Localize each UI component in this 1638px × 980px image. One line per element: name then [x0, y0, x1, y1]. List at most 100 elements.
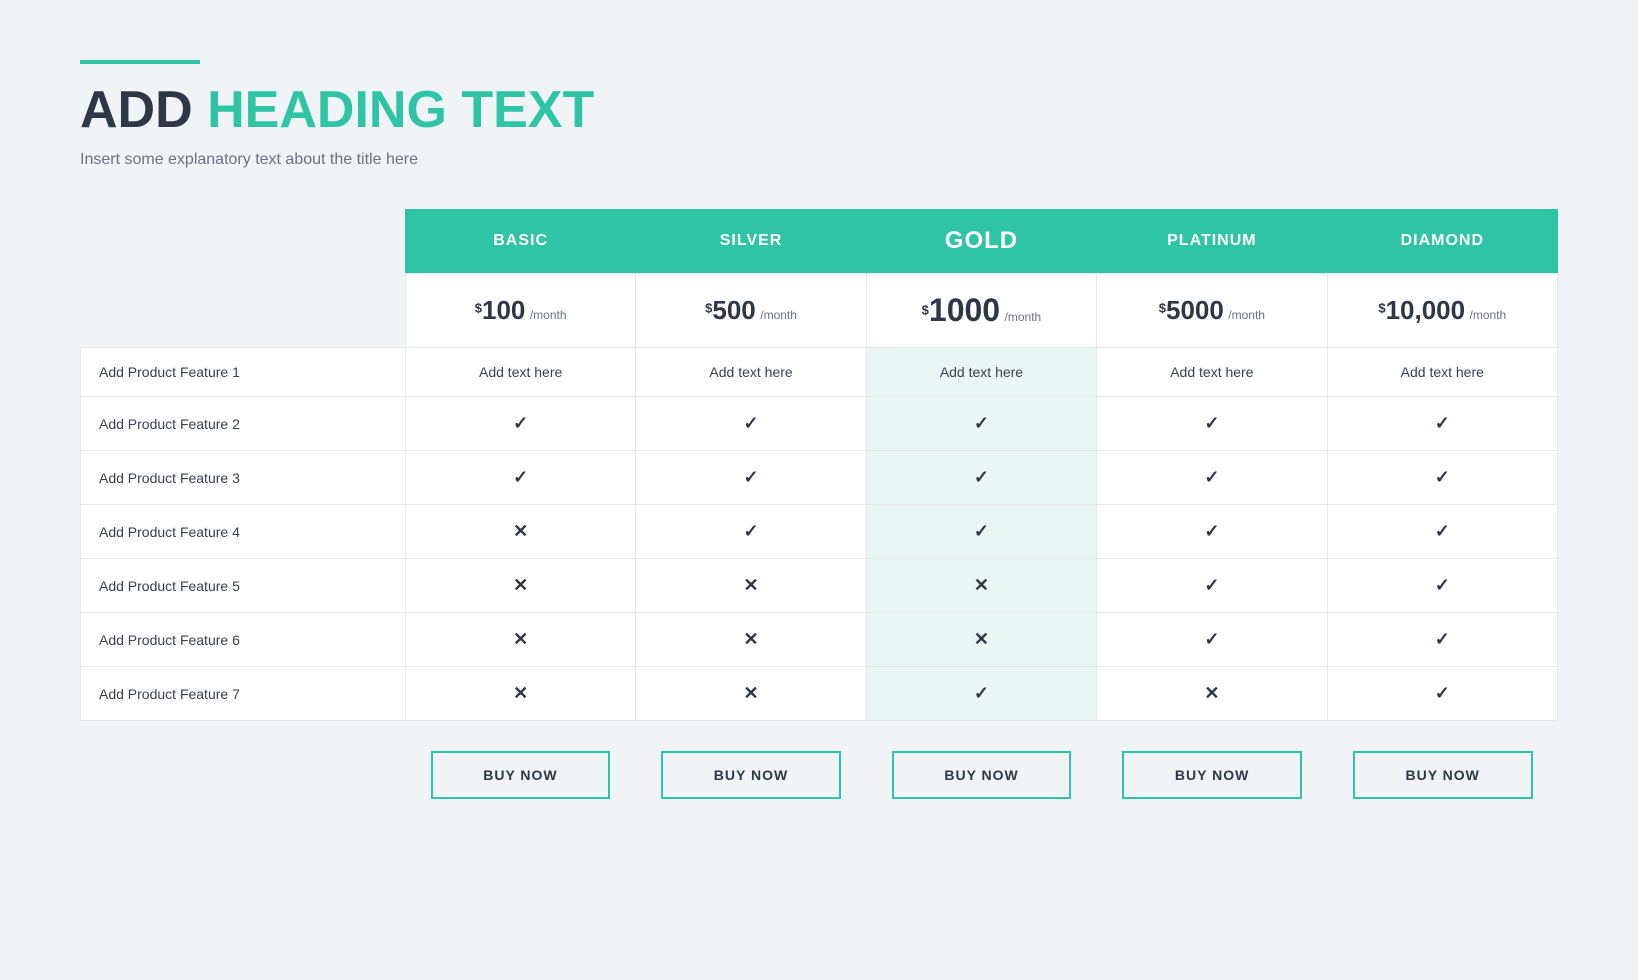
- checkmark-icon: ✓: [1435, 413, 1450, 433]
- feature-name-4: Add Product Feature 4: [81, 505, 406, 559]
- price-basic: $100 /month: [405, 274, 635, 348]
- per-month-platinum: /month: [1228, 308, 1265, 322]
- feature-cell-1-4: Add text here: [1097, 348, 1327, 397]
- feature-cell-6-2: ✕: [636, 613, 866, 667]
- feature-cell-1-3: Add text here: [866, 348, 1096, 397]
- feature-cell-4-1: ✕: [405, 505, 635, 559]
- checkmark-icon: ✓: [1204, 521, 1219, 541]
- price-row: $100 /month $500 /month $1000 /month $50…: [81, 274, 1558, 348]
- checkmark-icon: ✓: [1435, 629, 1450, 649]
- feature-cell-2-1: ✓: [405, 397, 635, 451]
- per-month-gold: /month: [1005, 310, 1042, 324]
- amount-basic: 100: [482, 295, 525, 325]
- buy-button-silver[interactable]: BUY NOW: [661, 751, 841, 799]
- price-platinum: $5000 /month: [1097, 274, 1327, 348]
- checkmark-icon: ✓: [1435, 467, 1450, 487]
- feature-cell-1-2: Add text here: [636, 348, 866, 397]
- feature-cell-7-4: ✕: [1097, 667, 1327, 721]
- buy-button-diamond[interactable]: BUY NOW: [1353, 751, 1533, 799]
- plan-header-basic: BASIC: [405, 209, 635, 274]
- feature-cell-7-2: ✕: [636, 667, 866, 721]
- feature-cell-2-4: ✓: [1097, 397, 1327, 451]
- price-gold: $1000 /month: [866, 274, 1096, 348]
- checkmark-icon: ✓: [1204, 629, 1219, 649]
- checkmark-icon: ✓: [744, 521, 759, 541]
- checkmark-icon: ✓: [974, 683, 989, 703]
- feature-cell-6-3: ✕: [866, 613, 1096, 667]
- amount-silver: 500: [712, 295, 755, 325]
- amount-diamond: 10,000: [1386, 295, 1466, 325]
- feature-cell-6-4: ✓: [1097, 613, 1327, 667]
- feature-cell-7-1: ✕: [405, 667, 635, 721]
- feature-cell-4-5: ✓: [1327, 505, 1557, 559]
- feature-cell-3-1: ✓: [405, 451, 635, 505]
- per-month-diamond: /month: [1470, 308, 1507, 322]
- buy-buttons-container: BUY NOW BUY NOW BUY NOW BUY NOW BUY NOW: [405, 751, 1558, 799]
- feature-cell-1-5: Add text here: [1327, 348, 1557, 397]
- heading-black-text: ADD: [80, 81, 193, 139]
- feature-row-1: Add Product Feature 1Add text hereAdd te…: [81, 348, 1558, 397]
- feature-name-7: Add Product Feature 7: [81, 667, 406, 721]
- feature-row-2: Add Product Feature 2✓✓✓✓✓: [81, 397, 1558, 451]
- buy-button-platinum[interactable]: BUY NOW: [1122, 751, 1302, 799]
- cross-icon: ✕: [974, 575, 989, 595]
- feature-cell-6-1: ✕: [405, 613, 635, 667]
- cross-icon: ✕: [744, 575, 759, 595]
- checkmark-icon: ✓: [513, 467, 528, 487]
- plan-header-row: BASIC SILVER GOLD PLATINUM DIAMOND: [81, 209, 1558, 274]
- feature-name-2: Add Product Feature 2: [81, 397, 406, 451]
- feature-row-3: Add Product Feature 3✓✓✓✓✓: [81, 451, 1558, 505]
- price-diamond: $10,000 /month: [1327, 274, 1557, 348]
- pricing-table: BASIC SILVER GOLD PLATINUM DIAMOND $100 …: [80, 209, 1558, 721]
- feature-cell-3-5: ✓: [1327, 451, 1557, 505]
- per-month-basic: /month: [530, 308, 567, 322]
- cross-icon: ✕: [513, 629, 528, 649]
- feature-row-7: Add Product Feature 7 ✕ ✕ ✓ ✕ ✓: [81, 667, 1558, 721]
- checkmark-icon: ✓: [744, 467, 759, 487]
- cross-icon: ✕: [744, 683, 759, 703]
- feature-cell-3-4: ✓: [1097, 451, 1327, 505]
- dollar-sign: $: [475, 301, 482, 316]
- feature-row-5: Add Product Feature 5 ✕ ✕ ✕ ✓ ✓: [81, 559, 1558, 613]
- feature-name-5: Add Product Feature 5: [81, 559, 406, 613]
- dollar-sign: $: [1159, 301, 1166, 316]
- checkmark-icon: ✓: [1204, 467, 1219, 487]
- dollar-sign: $: [1378, 301, 1385, 316]
- feature-cell-4-2: ✓: [636, 505, 866, 559]
- cross-icon: ✕: [513, 521, 528, 541]
- feature-name-1: Add Product Feature 1: [81, 348, 406, 397]
- main-heading: ADD HEADING TEXT: [80, 82, 1558, 139]
- buy-button-basic[interactable]: BUY NOW: [431, 751, 611, 799]
- feature-cell-3-2: ✓: [636, 451, 866, 505]
- subheading-text: Insert some explanatory text about the t…: [80, 151, 1558, 169]
- checkmark-icon: ✓: [1204, 575, 1219, 595]
- feature-row-6: Add Product Feature 6 ✕ ✕ ✕ ✓ ✓: [81, 613, 1558, 667]
- header-empty-cell: [81, 209, 406, 274]
- feature-row-4: Add Product Feature 4✕✓✓✓✓: [81, 505, 1558, 559]
- feature-cell-2-3: ✓: [866, 397, 1096, 451]
- feature-cell-7-3: ✓: [866, 667, 1096, 721]
- feature-cell-3-3: ✓: [866, 451, 1096, 505]
- cross-icon: ✕: [513, 683, 528, 703]
- header-accent-line: [80, 60, 200, 64]
- buy-buttons-row: BUY NOW BUY NOW BUY NOW BUY NOW BUY NOW: [80, 751, 1558, 799]
- plan-header-platinum: PLATINUM: [1097, 209, 1327, 274]
- buy-button-gold[interactable]: BUY NOW: [892, 751, 1072, 799]
- amount-gold: 1000: [929, 292, 1000, 328]
- checkmark-icon: ✓: [513, 413, 528, 433]
- feature-cell-7-5: ✓: [1327, 667, 1557, 721]
- header-section: ADD HEADING TEXT Insert some explanatory…: [80, 60, 1558, 169]
- checkmark-icon: ✓: [974, 467, 989, 487]
- feature-cell-2-2: ✓: [636, 397, 866, 451]
- checkmark-icon: ✓: [1435, 575, 1450, 595]
- heading-colored-text: HEADING TEXT: [207, 81, 594, 139]
- feature-cell-6-5: ✓: [1327, 613, 1557, 667]
- checkmark-icon: ✓: [1435, 683, 1450, 703]
- feature-cell-5-5: ✓: [1327, 559, 1557, 613]
- feature-name-6: Add Product Feature 6: [81, 613, 406, 667]
- checkmark-icon: ✓: [744, 413, 759, 433]
- cross-icon: ✕: [513, 575, 528, 595]
- cross-icon: ✕: [744, 629, 759, 649]
- checkmark-icon: ✓: [1435, 521, 1450, 541]
- feature-cell-4-4: ✓: [1097, 505, 1327, 559]
